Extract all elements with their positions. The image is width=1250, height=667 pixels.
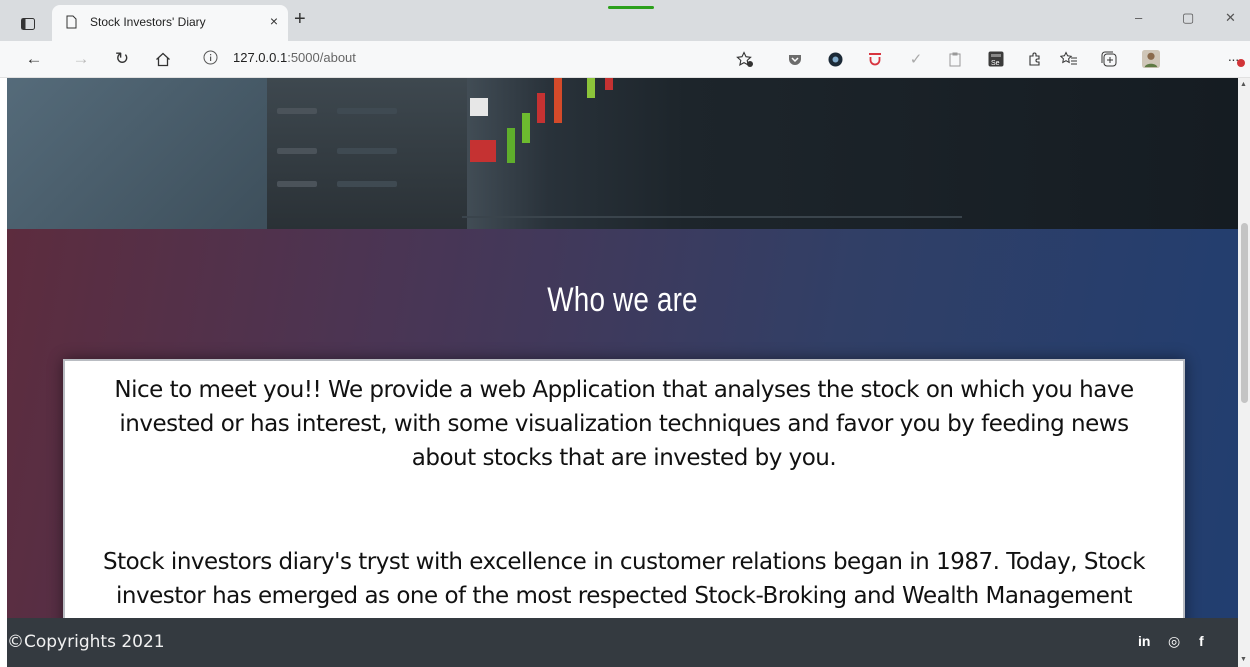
url-host: 127.0.0.1 (233, 50, 288, 65)
candle-graphic (605, 78, 613, 90)
ticker-blur-graphic (337, 108, 397, 114)
copyright-text: ©Copyrights 2021 (7, 632, 165, 652)
checkmark-icon: ✓ (909, 51, 923, 68)
ticker-blur-graphic (277, 148, 317, 154)
scroll-up-arrow-icon[interactable]: ▲ (1240, 81, 1247, 88)
candle-graphic (507, 128, 515, 163)
home-button[interactable] (151, 47, 175, 71)
add-favorite-button[interactable] (736, 50, 754, 68)
site-footer: ©Copyrights 2021 in ◎ f (7, 618, 1238, 667)
chart-tile-graphic (470, 98, 488, 116)
favorites-button[interactable] (1060, 50, 1078, 68)
ticker-blur-graphic (337, 148, 397, 154)
address-bar[interactable]: 127.0.0.1:5000/about (233, 50, 356, 65)
candle-graphic (522, 113, 530, 143)
circle-extension-icon (828, 52, 842, 66)
pocket-extension[interactable] (786, 50, 804, 68)
clipboard-extension[interactable] (946, 50, 964, 68)
refresh-button[interactable]: ↻ (110, 47, 134, 71)
scroll-down-arrow-icon[interactable]: ▼ (1240, 656, 1247, 663)
back-arrow-icon: ← (25, 49, 43, 68)
suit-sleeve-graphic (7, 78, 307, 229)
tab-actions-button[interactable] (10, 11, 46, 37)
save-extension[interactable] (866, 50, 884, 68)
selenium-icon: Se (988, 51, 1004, 67)
browser-tab[interactable]: Stock Investors' Diary × (52, 5, 288, 41)
hero-image (7, 78, 1238, 229)
facebook-icon[interactable]: f (1199, 633, 1204, 649)
about-paragraph-1: Nice to meet you!! We provide a web Appl… (114, 377, 1134, 471)
favorites-list-icon (1060, 51, 1077, 65)
notification-badge-icon (1237, 59, 1245, 67)
tab-close-button[interactable]: × (270, 13, 278, 29)
selenium-extension[interactable]: Se (987, 50, 1005, 68)
close-window-button[interactable]: ✕ (1225, 10, 1236, 26)
page-viewport: Who we are Nice to meet you!! We provide… (0, 78, 1238, 667)
minimize-button[interactable]: – (1135, 10, 1142, 25)
page-scrollbar[interactable]: ▲ ▼ (1238, 78, 1250, 667)
tab-strip: Stock Investors' Diary × + – ▢ ✕ (0, 0, 1250, 41)
checkmark-extension[interactable]: ✓ (907, 50, 925, 68)
scroll-thumb[interactable] (1241, 223, 1248, 403)
navigation-bar: ← → ↻ 127.0.0.1:5000/about ✓ Se ··· (0, 41, 1250, 78)
candle-graphic (554, 78, 562, 123)
svg-text:Se: Se (991, 60, 1000, 67)
settings-more-button[interactable]: ··· (1220, 50, 1246, 68)
clipboard-icon (949, 52, 961, 66)
extensions-button[interactable] (1026, 50, 1044, 68)
site-info-icon[interactable] (203, 50, 218, 65)
section-heading: Who we are (547, 281, 698, 319)
dark-mode-extension[interactable] (826, 50, 844, 68)
axis-line-graphic (462, 216, 962, 218)
avatar (1142, 50, 1160, 68)
candle-graphic (587, 78, 595, 98)
ticker-blur-graphic (277, 181, 317, 187)
pocket-save-icon (869, 53, 881, 66)
refresh-icon: ↻ (114, 49, 130, 68)
star-add-icon (736, 50, 753, 67)
url-path: :5000/about (287, 50, 356, 65)
collections-button[interactable] (1100, 50, 1118, 68)
tab-actions-icon (21, 18, 35, 30)
chart-tile-graphic (470, 140, 496, 162)
forward-button[interactable]: → (69, 47, 93, 71)
collections-icon (1101, 51, 1116, 66)
pocket-icon (789, 55, 801, 65)
instagram-icon[interactable]: ◎ (1168, 633, 1180, 650)
puzzle-icon (1029, 52, 1040, 66)
tab-title: Stock Investors' Diary (90, 15, 206, 29)
linkedin-icon[interactable]: in (1138, 633, 1150, 649)
page-icon (66, 15, 77, 29)
forward-arrow-icon: → (72, 49, 90, 68)
maximize-button[interactable]: ▢ (1182, 10, 1194, 26)
media-indicator (608, 6, 654, 9)
candle-graphic (537, 93, 545, 123)
ticker-blur-graphic (337, 181, 397, 187)
back-button[interactable]: ← (22, 47, 46, 71)
ticker-blur-graphic (277, 108, 317, 114)
new-tab-button[interactable]: + (294, 9, 306, 29)
home-icon (156, 52, 170, 66)
profile-button[interactable] (1142, 50, 1160, 68)
about-section: Who we are Nice to meet you!! We provide… (7, 229, 1238, 667)
about-paragraph-2: Stock investors diary's tryst with excel… (102, 549, 1146, 609)
